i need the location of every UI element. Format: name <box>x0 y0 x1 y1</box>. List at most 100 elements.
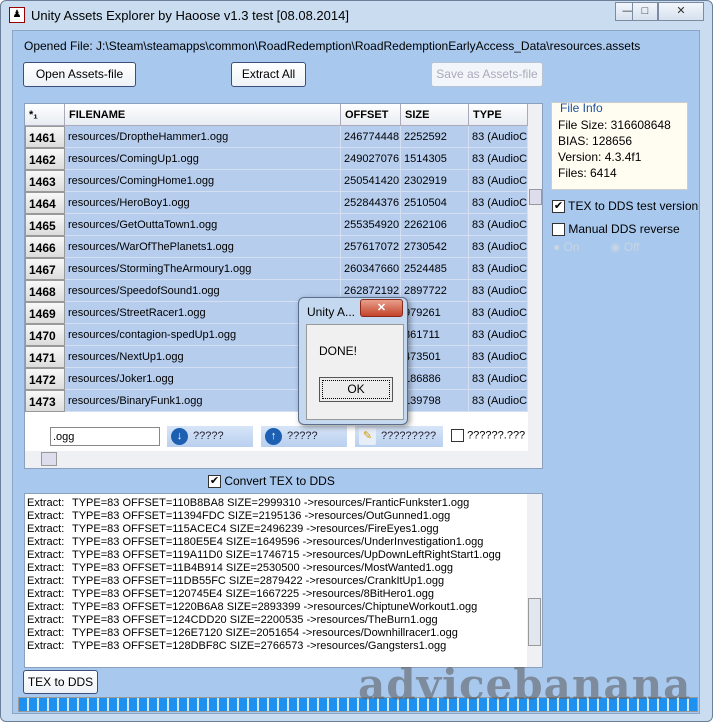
tex-test-label: TEX to DDS test version <box>568 199 699 213</box>
radio-on[interactable]: ● On <box>553 240 580 254</box>
search-option-checkbox[interactable] <box>451 429 464 442</box>
radio-on-label: On <box>563 240 580 254</box>
log-action: Extract: <box>27 614 65 626</box>
row-type: 83 (AudioCl <box>469 236 528 258</box>
log-detail: TYPE=83 OFFSET=119A11D0 SIZE=1746715 ->r… <box>72 549 501 561</box>
convert-tex-option[interactable]: ✔ Convert TEX to DDS <box>208 474 335 489</box>
extract-all-button[interactable]: Extract All <box>231 62 306 87</box>
row-offset: 249027076 <box>341 148 401 170</box>
search-option[interactable]: ??????.??? <box>451 429 525 442</box>
log-detail: TYPE=83 OFFSET=124CDD20 SIZE=2200535 ->r… <box>72 614 438 626</box>
row-filename: resources/ComingUp1.ogg <box>65 148 341 170</box>
tex-to-dds-button[interactable]: TEX to DDS <box>23 670 98 694</box>
log-line: Extract: TYPE=83 OFFSET=1220B6A8 SIZE=289… <box>27 601 477 614</box>
row-size: 473501 <box>401 346 469 368</box>
table-row[interactable]: 1463 resources/ComingHome1.ogg 250541420 23… <box>25 170 528 192</box>
dialog-message: DONE! <box>319 344 358 358</box>
log-scrollbar[interactable] <box>527 494 542 667</box>
log-line: Extract: TYPE=83 OFFSET=11394FDC SIZE=219… <box>27 510 450 523</box>
column-header-offset[interactable]: OFFSET <box>341 104 401 126</box>
table-row[interactable]: 1465 resources/GetOuttaTown1.ogg 255354920… <box>25 214 528 236</box>
log-output[interactable]: Extract: TYPE=83 OFFSET=110B8BA8 SIZE=299… <box>24 493 543 668</box>
log-action: Extract: <box>27 523 65 535</box>
row-type: 83 (AudioCl <box>469 170 528 192</box>
opened-file-label: Opened File: J:\Steam\steamapps\common\R… <box>24 39 641 53</box>
scroll-thumb[interactable] <box>41 452 57 466</box>
manual-reverse-checkbox[interactable] <box>552 223 565 237</box>
log-line: Extract: TYPE=83 OFFSET=1180E5E4 SIZE=164… <box>27 536 483 549</box>
row-size: 2510504 <box>401 192 469 214</box>
table-row[interactable]: 1464 resources/HeroBoy1.ogg 252844376 25105… <box>25 192 528 214</box>
scroll-thumb[interactable] <box>529 189 542 205</box>
replace-button[interactable]: ✎????????? <box>355 426 443 447</box>
convert-tex-checkbox[interactable]: ✔ <box>208 475 221 489</box>
log-line: Extract: TYPE=83 OFFSET=128DBF8C SIZE=276… <box>27 640 446 653</box>
row-index: 1461 <box>25 126 65 148</box>
table-row[interactable]: 1473 resources/BinaryFunk1.ogg 139798 83 (A… <box>25 390 528 412</box>
window-title: Unity Assets Explorer by Haoose v1.3 tes… <box>31 8 349 23</box>
row-type: 83 (AudioCl <box>469 258 528 280</box>
manual-reverse-option[interactable]: Manual DDS reverse <box>552 222 680 237</box>
table-row[interactable]: 1466 resources/WarOfThePlanets1.ogg 257617… <box>25 236 528 258</box>
column-header-type[interactable]: TYPE <box>469 104 528 126</box>
row-index: 1463 <box>25 170 65 192</box>
column-header-filename[interactable]: FILENAME <box>65 104 341 126</box>
log-line: Extract: TYPE=83 OFFSET=126E7120 SIZE=205… <box>27 627 458 640</box>
log-detail: TYPE=83 OFFSET=110B8BA8 SIZE=2999310 ->r… <box>72 497 470 509</box>
close-button[interactable]: ✕ <box>658 2 704 21</box>
row-filename: resources/WarOfThePlanets1.ogg <box>65 236 341 258</box>
row-offset: 260347660 <box>341 258 401 280</box>
column-header-size[interactable]: SIZE <box>401 104 469 126</box>
tex-test-option[interactable]: ✔ TEX to DDS test version <box>552 199 699 214</box>
row-index: 1471 <box>25 346 65 368</box>
table-row[interactable]: 1472 resources/Joker1.ogg 186886 83 (AudioC… <box>25 368 528 390</box>
table-row[interactable]: 1462 resources/ComingUp1.ogg 249027076 1514… <box>25 148 528 170</box>
row-type: 83 (AudioCl <box>469 214 528 236</box>
table-row[interactable]: 1467 resources/StormingTheArmoury1.ogg 260… <box>25 258 528 280</box>
row-type: 83 (AudioCl <box>469 324 528 346</box>
row-size: 2524485 <box>401 258 469 280</box>
row-offset: 250541420 <box>341 170 401 192</box>
row-size: 2262106 <box>401 214 469 236</box>
find-next-button[interactable]: ↓????? ????. <box>167 426 253 463</box>
column-header-index[interactable]: *₁ <box>25 104 65 126</box>
table-row[interactable]: 1468 resources/SpeedofSound1.ogg 262872192… <box>25 280 528 302</box>
search-input[interactable] <box>50 427 160 446</box>
table-row[interactable]: 1470 resources/contagion-spedUp1.ogg 86171… <box>25 324 528 346</box>
version: Version: 4.3.4f1 <box>558 150 642 164</box>
table-row[interactable]: 1461 resources/DroptheHammer1.ogg 24677444… <box>25 126 528 148</box>
table-row[interactable]: 1471 resources/NextUp1.ogg 473501 83 (Audio… <box>25 346 528 368</box>
row-index: 1472 <box>25 368 65 390</box>
search-toolbar: ↓????? ????. ↑????? ????. ✎????????? ???… <box>25 424 528 463</box>
table-vertical-scrollbar[interactable] <box>528 104 542 451</box>
find-prev-button[interactable]: ↑????? ????. <box>261 426 347 463</box>
dialog-close-button[interactable]: ✕ <box>360 299 403 317</box>
row-index: 1469 <box>25 302 65 324</box>
row-index: 1473 <box>25 390 65 412</box>
row-offset: 255354920 <box>341 214 401 236</box>
dialog-ok-button[interactable]: OK <box>319 377 393 402</box>
maximize-button[interactable]: □ <box>632 2 658 21</box>
title-bar: ♟ Unity Assets Explorer by Haoose v1.3 t… <box>1 1 712 31</box>
convert-tex-label: Convert TEX to DDS <box>224 474 335 488</box>
row-size: 2302919 <box>401 170 469 192</box>
log-action: Extract: <box>27 549 65 561</box>
save-assets-button[interactable]: Save as Assets-file <box>431 62 543 87</box>
open-assets-button[interactable]: Open Assets-file <box>23 62 136 87</box>
table-row[interactable]: 1469 resources/StreetRacer1.ogg 979261 83 (… <box>25 302 528 324</box>
log-action: Extract: <box>27 601 65 613</box>
log-action: Extract: <box>27 510 65 522</box>
file-info-legend: File Info <box>560 101 603 115</box>
row-index: 1468 <box>25 280 65 302</box>
scroll-thumb[interactable] <box>528 598 541 646</box>
log-action: Extract: <box>27 562 65 574</box>
row-filename: resources/StormingTheArmoury1.ogg <box>65 258 341 280</box>
radio-off[interactable]: ◉ Off <box>610 240 640 254</box>
tex-test-checkbox[interactable]: ✔ <box>552 200 565 214</box>
log-line: Extract: TYPE=83 OFFSET=120745E4 SIZE=166… <box>27 588 434 601</box>
row-type: 83 (AudioCl <box>469 148 528 170</box>
table-horizontal-scrollbar[interactable] <box>25 451 542 468</box>
log-detail: TYPE=83 OFFSET=126E7120 SIZE=2051654 ->r… <box>72 627 458 639</box>
log-line: Extract: TYPE=83 OFFSET=124CDD20 SIZE=220… <box>27 614 438 627</box>
log-detail: TYPE=83 OFFSET=11B4B914 SIZE=2530500 ->r… <box>72 562 453 574</box>
